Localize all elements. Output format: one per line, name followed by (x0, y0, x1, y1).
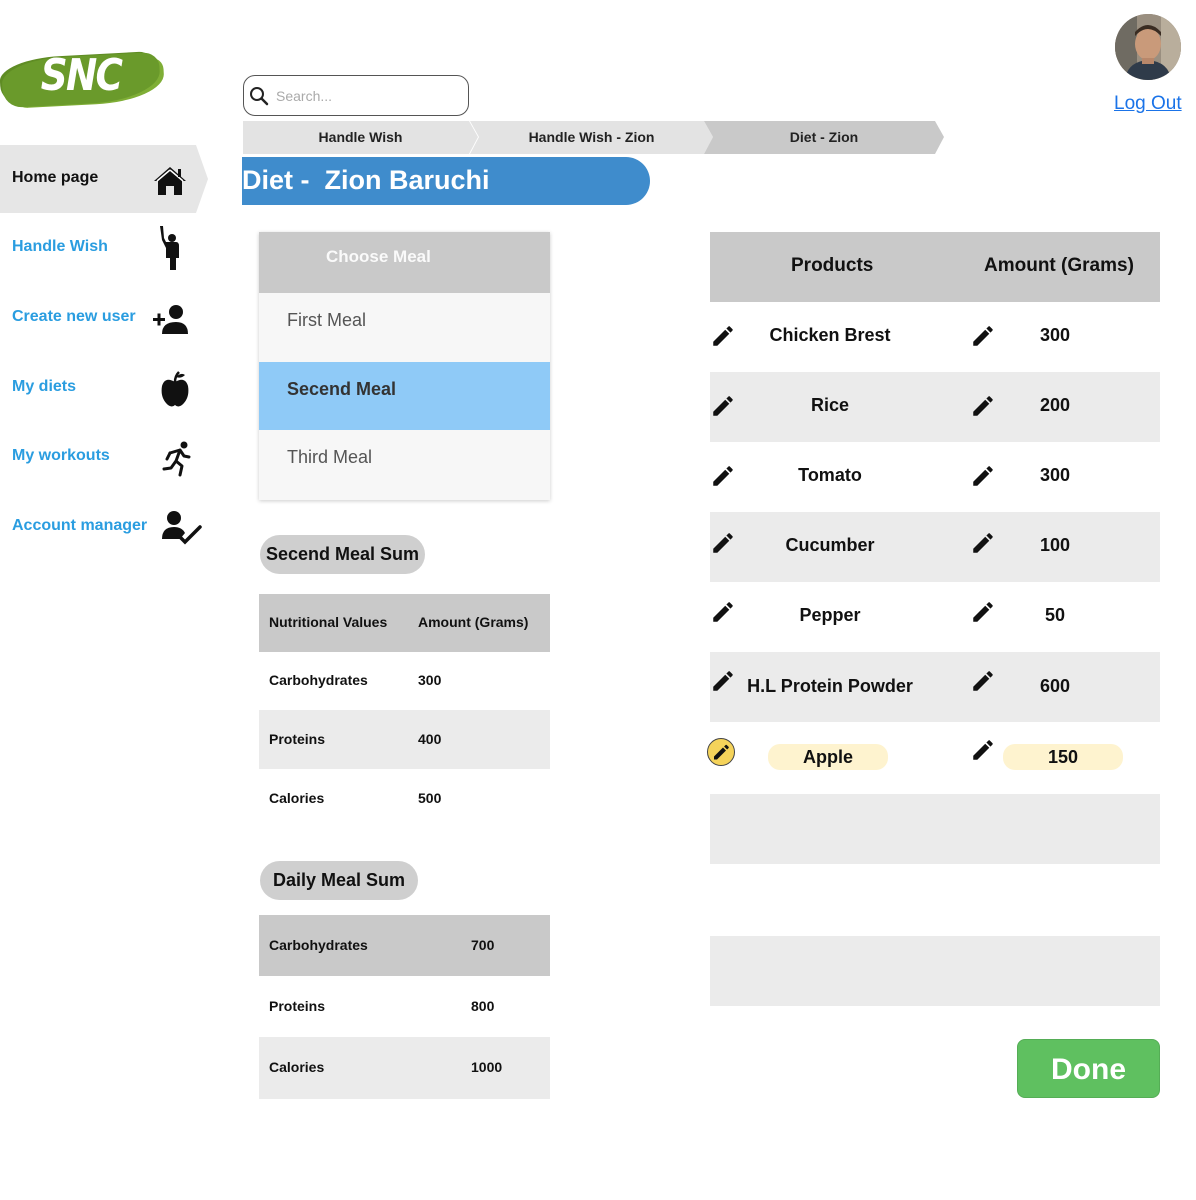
nutrient-name: Proteins (269, 998, 326, 1014)
sidebar-item-my-diets[interactable]: My diets (0, 354, 208, 422)
meal-option-third[interactable]: Third Meal (259, 430, 550, 498)
table-row: Proteins 800 (259, 976, 550, 1037)
meal-chooser: Choose Meal First Meal Secend Meal Third… (259, 232, 550, 500)
sidebar-item-label: Home page (12, 169, 99, 186)
header-amount-grams: Amount (Grams) (984, 255, 1134, 276)
product-name: H.L Protein Powder (747, 676, 913, 696)
header-products: Products (791, 255, 874, 276)
daily-sum-title: Daily Meal Sum (260, 861, 419, 900)
product-amount: 100 (1039, 535, 1071, 555)
sidebar-item-label: My diets (12, 378, 77, 395)
product-amount-input[interactable]: 150 (1003, 744, 1123, 770)
meal-option-label: Secend Meal (287, 379, 397, 399)
product-name: Rice (810, 395, 850, 415)
running-icon (162, 441, 191, 477)
search-icon (250, 87, 269, 106)
product-amount: 200 (1039, 395, 1071, 415)
product-row: Chicken Brest 300 (710, 302, 1160, 372)
sidebar-item-create-user[interactable]: Create new user (0, 284, 208, 352)
product-name-input[interactable]: Apple (768, 744, 888, 770)
table-row: Proteins 400 (259, 710, 550, 769)
sidebar-item-label: Create new user (12, 308, 136, 325)
empty-product-row[interactable] (710, 936, 1160, 1006)
breadcrumb-handle-wish[interactable]: Handle Wish (243, 121, 478, 154)
meal-chooser-header: Choose Meal (259, 232, 550, 293)
nutrient-amount: 1000 (471, 1059, 503, 1075)
pencil-icon[interactable] (970, 737, 996, 763)
nutrient-name: Calories (269, 1059, 325, 1075)
meal-option-first[interactable]: First Meal (259, 293, 550, 361)
avatar[interactable] (1115, 14, 1181, 80)
product-row: Tomato 300 (710, 442, 1160, 512)
product-amount: 50 (1044, 605, 1066, 625)
nutrient-amount: 400 (418, 731, 442, 747)
sidebar-item-handle-wish[interactable]: Handle Wish (0, 214, 208, 282)
page-title-bar: Diet - Zion Baruchi (242, 157, 650, 205)
sidebar-item-label: Account manager (12, 517, 148, 534)
meal-option-label: Third Meal (287, 447, 373, 467)
table-row: Carbohydrates 700 (259, 915, 550, 976)
header-nutritional-values: Nutritional Values (269, 614, 388, 630)
user-check-icon (162, 511, 202, 545)
product-amount: 300 (1039, 465, 1071, 485)
empty-product-row[interactable] (710, 794, 1160, 864)
meal-option-second[interactable]: Secend Meal (259, 362, 550, 430)
nutrient-name: Carbohydrates (269, 672, 368, 688)
nutrient-name: Proteins (269, 731, 326, 747)
sidebar-item-label: My workouts (12, 447, 110, 464)
apple-icon (161, 371, 189, 407)
product-name: Chicken Brest (769, 325, 891, 345)
product-row: Pepper 50 (710, 582, 1160, 652)
product-amount: 600 (1039, 676, 1071, 696)
breadcrumb-handle-wish-zion[interactable]: Handle Wish - Zion (470, 121, 713, 154)
meal-option-label: First Meal (287, 310, 367, 330)
products-header-row: Products Amount (Grams) (710, 232, 1160, 302)
nutrient-amount: 700 (471, 937, 495, 953)
sidebar-item-home[interactable]: Home page (0, 145, 208, 213)
product-row: H.L Protein Powder 600 (710, 652, 1160, 722)
user-photo (1115, 14, 1181, 80)
meal-sum-title: Secend Meal Sum (260, 535, 426, 574)
product-amount: 300 (1039, 325, 1071, 345)
nutrient-name: Calories (269, 790, 325, 806)
product-row: Cucumber 100 (710, 512, 1160, 582)
meal-chooser-title: Choose Meal (326, 247, 431, 266)
logout-link[interactable]: Log Out (1114, 93, 1182, 115)
hand-raise-icon (160, 226, 179, 270)
search-input[interactable] (276, 85, 456, 107)
nutrient-amount: 800 (471, 998, 495, 1014)
product-name: Cucumber (785, 535, 875, 555)
pencil-icon-active[interactable] (706, 737, 736, 767)
add-user-icon (153, 305, 188, 334)
product-row-editing: Apple 150 (707, 722, 1160, 792)
product-row: Rice 200 (710, 372, 1160, 442)
sidebar-item-label: Handle Wish (12, 238, 108, 255)
search-box[interactable] (243, 75, 469, 116)
sidebar-item-account-manager[interactable]: Account manager (0, 493, 208, 561)
table-row: Carbohydrates 300 (259, 652, 550, 710)
table-row: Calories 500 (259, 769, 550, 827)
nutrient-amount: 500 (418, 790, 442, 806)
nutrient-amount: 300 (418, 672, 442, 688)
snc-logo[interactable]: SNC (0, 48, 162, 110)
table-row: Calories 1000 (259, 1037, 550, 1099)
meal-sum-header-row: Nutritional Values Amount (Grams) (259, 594, 550, 652)
page-title: Diet - Zion Baruchi (242, 165, 490, 195)
logo-text: SNC (40, 50, 123, 101)
done-button[interactable]: Done (1017, 1039, 1160, 1098)
product-name: Pepper (799, 605, 861, 625)
product-name: Tomato (798, 465, 862, 485)
home-icon (154, 167, 186, 195)
header-amount: Amount (Grams) (418, 614, 529, 630)
nutrient-name: Carbohydrates (269, 937, 368, 953)
breadcrumb-diet-zion[interactable]: Diet - Zion (704, 121, 944, 154)
sidebar-item-my-workouts[interactable]: My workouts (0, 423, 208, 491)
